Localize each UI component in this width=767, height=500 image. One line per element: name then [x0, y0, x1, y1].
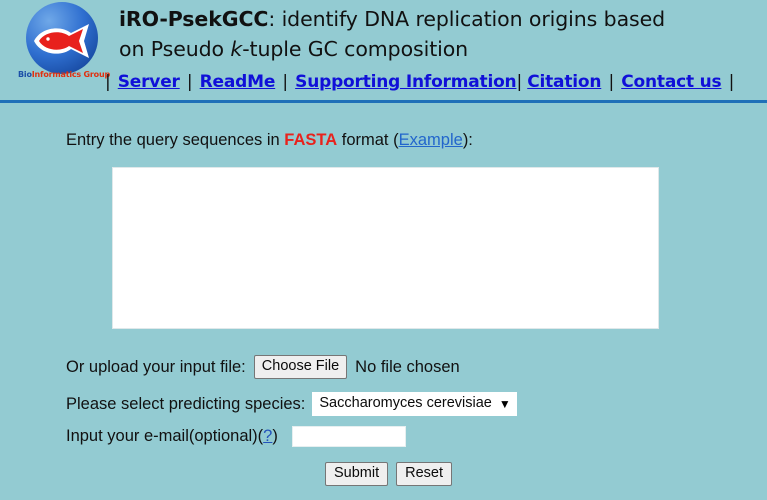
prompt-pre: Entry the query sequences in [66, 131, 285, 149]
header-divider [0, 100, 767, 103]
nav-pipe-lead: | [105, 72, 111, 92]
app-name: iRO-PsekGCC [119, 7, 269, 31]
nav-link-contact-us[interactable]: Contact us [621, 72, 721, 92]
title-k-italic: k [230, 37, 243, 61]
example-link[interactable]: Example [399, 131, 463, 149]
nav-pipe-3: | [516, 72, 522, 92]
upload-row: Or upload your input file: Choose File N… [66, 355, 460, 379]
species-select[interactable]: Saccharomyces cerevisiae ▼ [312, 392, 517, 416]
logo-caption-bio: Bio [18, 70, 32, 79]
chevron-down-icon: ▼ [498, 396, 511, 411]
nav-pipe-2: | [282, 72, 288, 92]
nav-pipe-4: | [608, 72, 615, 92]
email-label-pre: Input your e-mail(optional)( [66, 427, 264, 445]
sequence-prompt: Entry the query sequences in FASTA forma… [66, 131, 473, 150]
title-line1-rest: : identify DNA replication origins based [268, 7, 666, 31]
site-logo: BioInformatics Group [12, 2, 110, 88]
sequence-input[interactable] [112, 167, 659, 329]
main-content: Entry the query sequences in FASTA forma… [0, 104, 767, 500]
main-navigation: | Server | ReadMe | Supporting Informati… [103, 72, 736, 92]
submit-button[interactable]: Submit [325, 462, 389, 486]
nav-link-citation[interactable]: Citation [527, 72, 601, 92]
email-label-post: ) [272, 427, 278, 445]
page-title: iRO-PsekGCC: identify DNA replication or… [119, 4, 759, 64]
form-actions: Submit Reset [325, 462, 453, 486]
upload-label: Or upload your input file: [66, 357, 246, 376]
page-header: BioInformatics Group iRO-PsekGCC: identi… [0, 0, 767, 104]
species-row: Please select predicting species: Saccha… [66, 392, 517, 416]
email-row: Input your e-mail(optional)(?) [66, 426, 406, 447]
nav-pipe-1: | [186, 72, 193, 92]
fish-icon [34, 24, 89, 58]
file-status-text: No file chosen [355, 357, 460, 376]
title-line2-post: -tuple GC composition [242, 37, 469, 61]
reset-button[interactable]: Reset [396, 462, 453, 486]
nav-pipe-trail: | [728, 72, 735, 92]
email-field[interactable] [291, 426, 406, 447]
prompt-post: ): [462, 131, 473, 149]
logo-caption-informatics: Informatics [31, 70, 81, 79]
title-line2-pre: on Pseudo [119, 37, 231, 61]
nav-link-supporting-information[interactable]: Supporting Information [295, 72, 517, 92]
species-label: Please select predicting species: [66, 394, 306, 413]
logo-caption: BioInformatics Group [12, 70, 116, 79]
fasta-keyword: FASTA [284, 131, 338, 149]
nav-link-readme[interactable]: ReadMe [200, 72, 276, 92]
nav-link-server[interactable]: Server [118, 72, 180, 92]
prompt-mid: format ( [337, 131, 399, 149]
choose-file-button[interactable]: Choose File [253, 355, 348, 379]
species-selected-value: Saccharomyces cerevisiae [319, 395, 492, 411]
email-help-link[interactable]: ? [263, 427, 272, 446]
